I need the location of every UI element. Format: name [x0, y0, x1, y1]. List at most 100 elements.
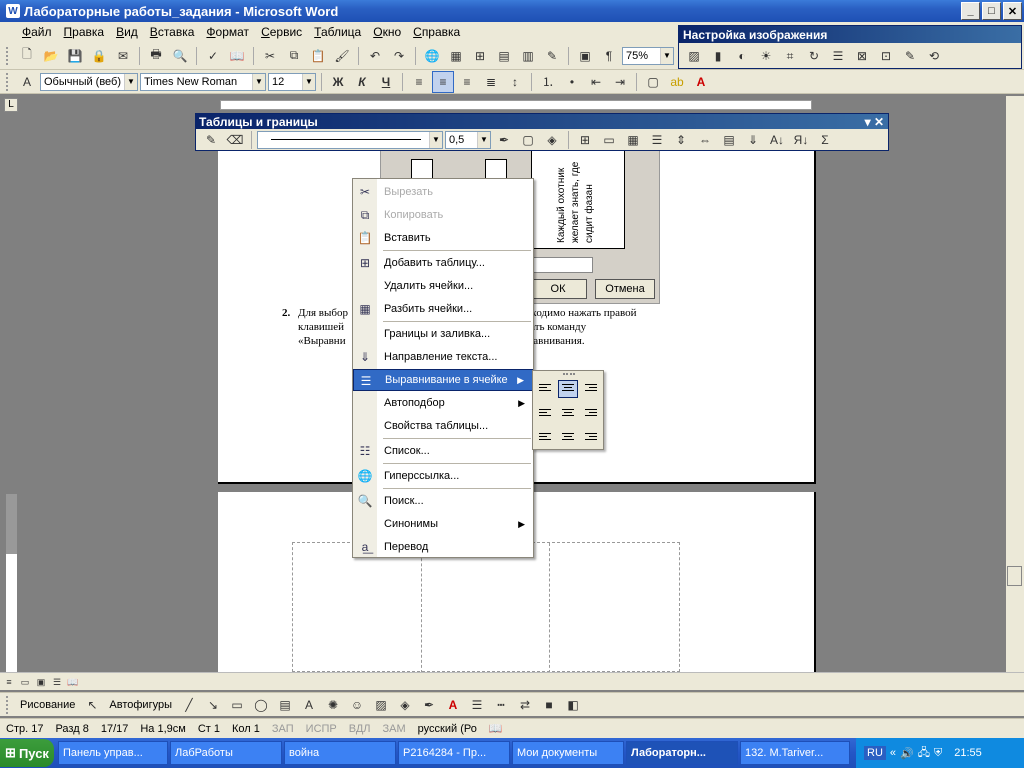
start-button[interactable]: ⊞ Пуск	[0, 739, 54, 767]
bullets-icon[interactable]: •	[561, 71, 583, 93]
bold-button[interactable]: Ж	[327, 71, 349, 93]
menu-item-insert-table[interactable]: ⊞ Добавить таблицу...	[353, 252, 533, 274]
color-icon[interactable]: ▮	[707, 45, 729, 67]
undo-icon[interactable]: ↶	[364, 45, 386, 67]
tray-expand-icon[interactable]: «	[890, 747, 896, 759]
normal-view-icon[interactable]: ≡	[2, 675, 16, 689]
copy-icon[interactable]: ⧉	[283, 45, 305, 67]
align-right-icon[interactable]: ≡	[456, 71, 478, 93]
text-box-icon[interactable]: ▤	[274, 694, 296, 716]
menu-item-table-properties[interactable]: Свойства таблицы...	[353, 415, 533, 437]
web-view-icon[interactable]: ▭	[18, 675, 32, 689]
tables-borders-icon[interactable]: ▦	[445, 45, 467, 67]
zoom-select[interactable]: 75% ▼	[622, 46, 674, 65]
hyperlink-icon[interactable]: 🌐	[421, 45, 443, 67]
minimize-button[interactable]: _	[961, 2, 980, 20]
permission-icon[interactable]: 🔒	[88, 45, 110, 67]
fill-color-icon[interactable]: ◈	[394, 694, 416, 716]
print-layout-icon[interactable]: ▣	[34, 675, 48, 689]
spelling-icon[interactable]: ✓	[202, 45, 224, 67]
line-spacing-icon[interactable]: ↕	[504, 71, 526, 93]
underline-button[interactable]: Ч	[375, 71, 397, 93]
menu-item-cell-alignment[interactable]: ☰ Выравнивание в ячейке ▶	[353, 369, 533, 391]
chevron-down-icon[interactable]: ▼	[429, 131, 442, 148]
shadow-icon[interactable]: ■	[538, 694, 560, 716]
borders-icon[interactable]: ▢	[517, 129, 539, 151]
reset-picture-icon[interactable]: ⟲	[923, 45, 945, 67]
sort-ascending-icon[interactable]: A↓	[766, 129, 788, 151]
network-icon[interactable]: 🖧	[918, 744, 930, 763]
language-indicator[interactable]: RU	[864, 746, 886, 760]
chevron-down-icon[interactable]: ▼	[252, 73, 265, 90]
print-preview-icon[interactable]: 🔍	[169, 45, 191, 67]
split-cells-icon[interactable]: ▦	[622, 129, 644, 151]
spelling-status-icon[interactable]: 📖	[483, 722, 509, 735]
ruler-scale[interactable]	[6, 554, 17, 672]
arrow-style-icon[interactable]: ⇄	[514, 694, 536, 716]
columns-icon[interactable]: ▥	[517, 45, 539, 67]
select-objects-icon[interactable]: ↖	[81, 694, 103, 716]
taskbar-item[interactable]: война	[284, 741, 396, 765]
toolbar-grip[interactable]	[6, 72, 10, 91]
taskbar-item[interactable]: ЛабРаботы	[170, 741, 282, 765]
menu-item-list[interactable]: ☷ Список...	[353, 440, 533, 462]
taskbar-item[interactable]: P2164284 - Пр...	[398, 741, 510, 765]
chevron-down-icon[interactable]: ▼	[302, 73, 315, 90]
reading-view-icon[interactable]: 📖	[66, 675, 80, 689]
drawing-icon[interactable]: ✎	[541, 45, 563, 67]
chevron-down-icon[interactable]: ▼	[124, 73, 137, 90]
menu-window[interactable]: Окно	[367, 25, 407, 39]
align-middle-left-icon[interactable]	[535, 403, 555, 421]
chevron-down-icon[interactable]: ▼	[660, 47, 673, 64]
menu-item-copy[interactable]: ⧉ Копировать	[353, 204, 533, 226]
increase-indent-icon[interactable]: ⇥	[609, 71, 631, 93]
menu-table[interactable]: Таблица	[308, 25, 367, 39]
menu-view[interactable]: Вид	[110, 25, 144, 39]
align-top-right-icon[interactable]	[581, 380, 601, 398]
justify-icon[interactable]: ≣	[480, 71, 502, 93]
ruler-scale[interactable]	[220, 100, 812, 110]
wordart-icon[interactable]: A	[298, 694, 320, 716]
menu-item-hyperlink[interactable]: 🌐 Гиперссылка...	[353, 465, 533, 487]
paste-icon[interactable]: 📋	[307, 45, 329, 67]
menu-edit[interactable]: Правка	[58, 25, 111, 39]
draw-menu[interactable]: Рисование	[16, 699, 79, 711]
line-color-icon[interactable]: ✒	[418, 694, 440, 716]
save-icon[interactable]: 💾	[64, 45, 86, 67]
print-icon[interactable]: 🖶	[145, 45, 167, 67]
font-color-icon[interactable]: A	[690, 71, 712, 93]
distribute-rows-icon[interactable]: ⇕	[670, 129, 692, 151]
text-direction-icon[interactable]: ⇓	[742, 129, 764, 151]
picture-icon[interactable]: ▨	[370, 694, 392, 716]
taskbar-item-active[interactable]: Лабораторн...	[626, 741, 738, 765]
clipart-icon[interactable]: ☺	[346, 694, 368, 716]
scrollbar-thumb[interactable]	[1007, 566, 1022, 586]
insert-table-icon[interactable]: ⊞	[574, 129, 596, 151]
clock[interactable]: 21:55	[954, 747, 982, 759]
insert-table-icon[interactable]: ⊞	[469, 45, 491, 67]
font-size-select[interactable]: 12 ▼	[268, 72, 316, 91]
menu-item-paste[interactable]: 📋 Вставить	[353, 227, 533, 249]
menu-item-synonyms[interactable]: Синонимы ▶	[353, 513, 533, 535]
sort-descending-icon[interactable]: Я↓	[790, 129, 812, 151]
redo-icon[interactable]: ↷	[388, 45, 410, 67]
line-style-select[interactable]: ▼	[257, 130, 443, 149]
research-icon[interactable]: 📖	[226, 45, 248, 67]
menu-item-cut[interactable]: ✂ Вырезать	[353, 181, 533, 203]
numbering-icon[interactable]: ⒈	[537, 71, 559, 93]
line-style-icon[interactable]: ☰	[827, 45, 849, 67]
line-style-icon[interactable]: ☰	[466, 694, 488, 716]
shading-icon[interactable]: ◈	[541, 129, 563, 151]
format-painter-icon[interactable]: 🖌	[331, 45, 353, 67]
align-middle-center-icon[interactable]	[558, 403, 578, 421]
maximize-button[interactable]: □	[982, 2, 1001, 20]
align-left-icon[interactable]: ≡	[408, 71, 430, 93]
align-middle-right-icon[interactable]	[581, 403, 601, 421]
menu-item-split-cells[interactable]: ▦ Разбить ячейки...	[353, 298, 533, 320]
status-extend[interactable]: ВДЛ	[343, 723, 377, 735]
brightness-icon[interactable]: ☀	[755, 45, 777, 67]
menu-item-delete-cells[interactable]: Удалить ячейки...	[353, 275, 533, 297]
compress-icon[interactable]: ⊠	[851, 45, 873, 67]
eraser-icon[interactable]: ⌫	[224, 129, 246, 151]
dash-style-icon[interactable]: ┅	[490, 694, 512, 716]
